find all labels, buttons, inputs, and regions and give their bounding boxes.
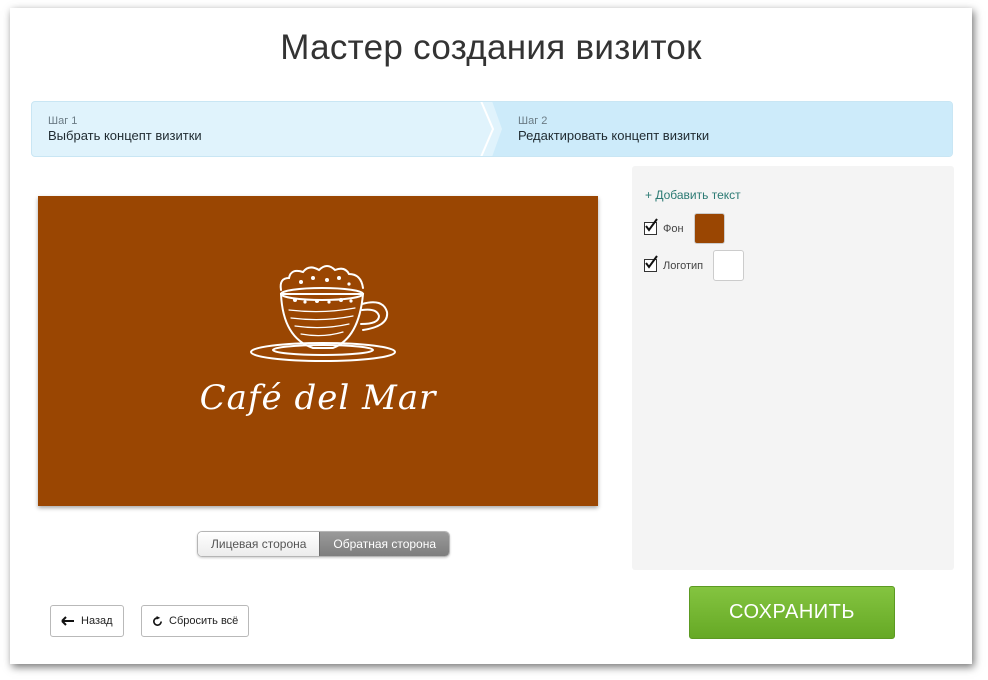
arrow-left-icon bbox=[61, 616, 75, 626]
business-card-preview[interactable]: Café del Mar bbox=[38, 196, 598, 506]
back-side-tab[interactable]: Обратная сторона bbox=[319, 532, 450, 556]
coffee-cup-icon bbox=[250, 265, 396, 362]
back-button-label: Назад bbox=[81, 615, 113, 627]
logo-checkbox[interactable] bbox=[644, 255, 658, 272]
background-color-swatch[interactable] bbox=[693, 213, 725, 244]
wizard-step-2[interactable]: Шаг 2 Редактировать концепт визитки bbox=[518, 114, 709, 144]
logo-option: Логотип bbox=[644, 250, 745, 281]
wizard-window: Мастер создания визиток Шаг 1 Выбрать ко… bbox=[10, 8, 972, 664]
page-title: Мастер создания визиток bbox=[280, 28, 702, 67]
logo-color-swatch[interactable] bbox=[713, 250, 745, 281]
reset-all-button[interactable]: Сбросить всё bbox=[141, 605, 250, 637]
step-number: Шаг 1 bbox=[48, 115, 78, 127]
reset-button-label: Сбросить всё bbox=[169, 615, 239, 627]
card-side-toggle: Лицевая сторона Обратная сторона bbox=[197, 531, 451, 557]
logo-label: Логотип bbox=[663, 259, 704, 272]
background-option: Фон bbox=[644, 213, 725, 244]
background-label: Фон bbox=[663, 222, 684, 235]
rotate-icon bbox=[152, 615, 163, 627]
options-panel: + Добавить текст Фон Логотип bbox=[632, 166, 954, 570]
checkmark-icon bbox=[645, 255, 658, 269]
wizard-step-1[interactable]: Шаг 1 Выбрать концепт визитки bbox=[48, 114, 202, 144]
add-text-link[interactable]: + Добавить текст bbox=[645, 188, 741, 202]
step-label: Выбрать концепт визитки bbox=[48, 128, 202, 143]
front-side-tab[interactable]: Лицевая сторона bbox=[198, 532, 320, 556]
wizard-steps: Шаг 1 Выбрать концепт визитки Шаг 2 Реда… bbox=[31, 101, 953, 157]
save-button[interactable]: СОХРАНИТЬ bbox=[689, 586, 895, 639]
back-button[interactable]: Назад bbox=[50, 605, 124, 637]
step-number: Шаг 2 bbox=[518, 115, 548, 127]
checkmark-icon bbox=[645, 218, 658, 232]
step-label: Редактировать концепт визитки bbox=[518, 128, 710, 143]
step-separator-chevron-icon bbox=[480, 102, 502, 156]
background-checkbox[interactable] bbox=[644, 218, 658, 235]
card-company-name[interactable]: Café del Mar bbox=[38, 378, 598, 418]
